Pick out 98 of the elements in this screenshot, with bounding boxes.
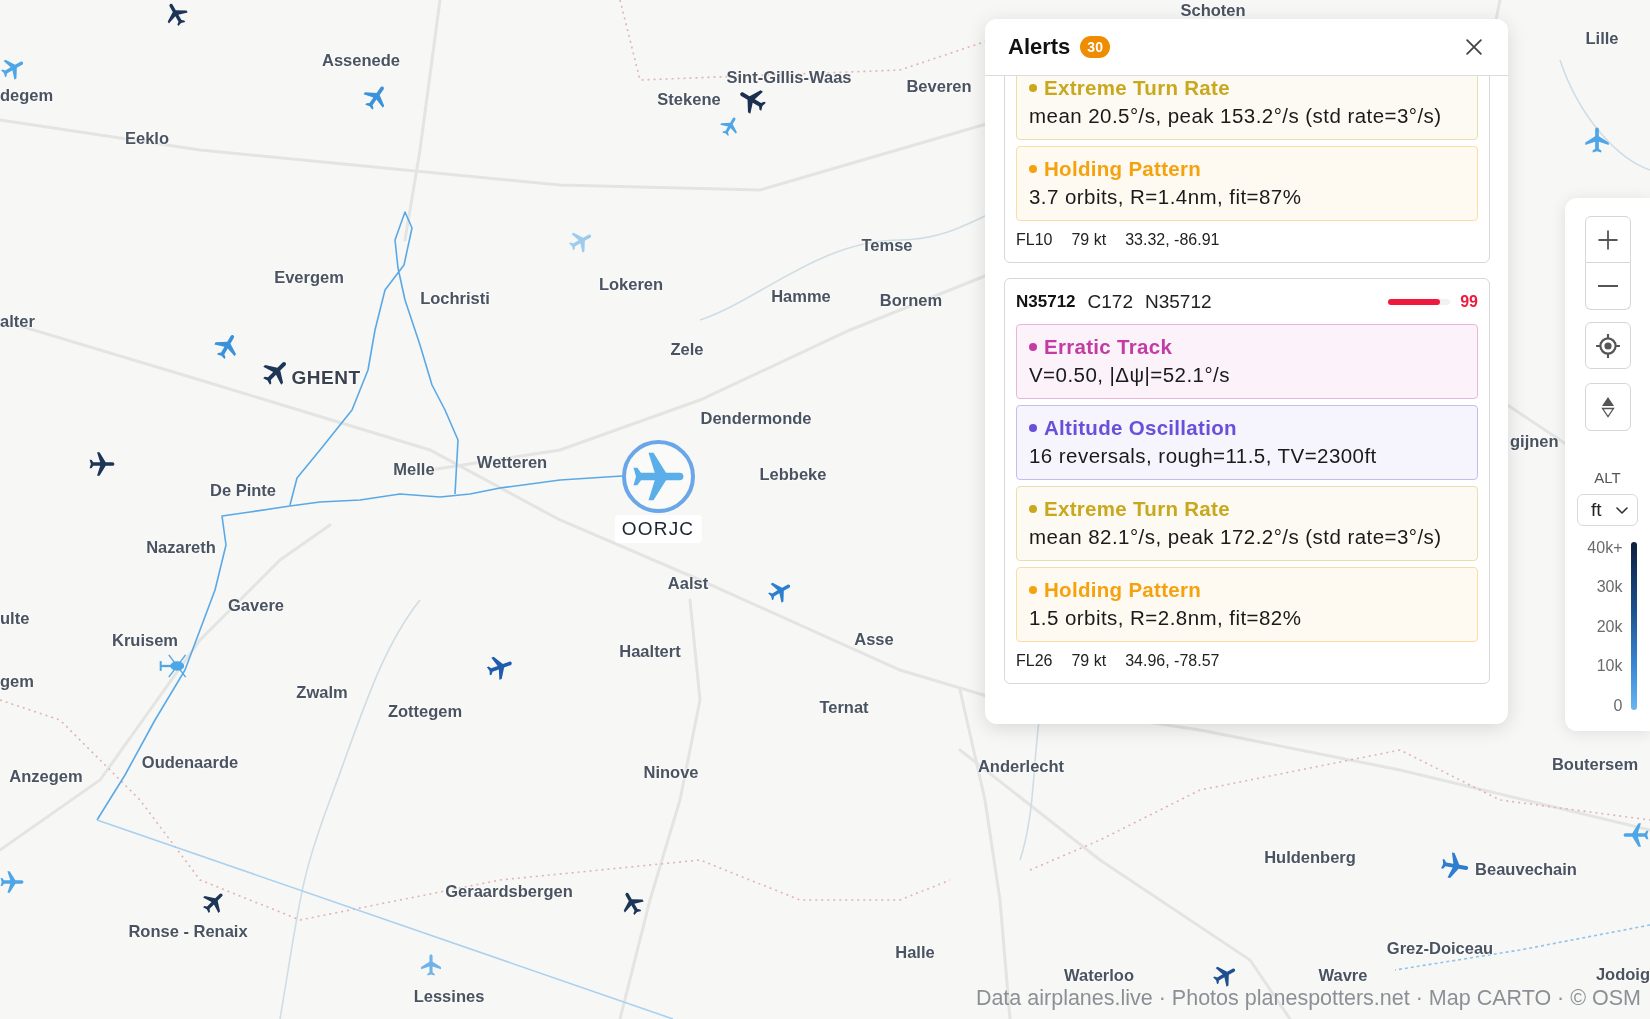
compass-button[interactable] <box>1584 383 1631 431</box>
alert-detail: 3.7 orbits, R=1.4nm, fit=87% <box>1029 184 1303 210</box>
aircraft-type-text: C172 <box>1087 291 1133 313</box>
alert-title: Extreme Turn Rate <box>1044 496 1230 521</box>
alert-title: Extreme Turn Rate <box>1044 76 1230 100</box>
place-label: Ternat <box>819 698 869 716</box>
compass-icon <box>1600 396 1615 418</box>
airplane-icon[interactable] <box>89 451 115 477</box>
alert-title: Altitude Oscillation <box>1044 415 1237 440</box>
place-label: Jodoig <box>1595 965 1650 983</box>
altitude-tick-label: 30k <box>1595 578 1623 597</box>
place-label: Kruisem <box>112 631 178 649</box>
alert-title: Holding Pattern <box>1044 156 1202 181</box>
place-label: alter <box>0 312 35 330</box>
altitude-tick-label: 10k <box>1595 657 1623 676</box>
place-label: Bornem <box>879 291 943 309</box>
place-label: Asse <box>854 630 894 648</box>
place-label: Evergem <box>274 268 344 286</box>
place-label: Boutersem <box>1551 755 1639 773</box>
place-label: Lille <box>1585 29 1619 47</box>
flight-level-text: FL10 <box>1016 231 1053 249</box>
alert-detail: 16 reversals, rough=11.5, TV=2300ft <box>1029 443 1378 469</box>
place-label: Zele <box>670 340 704 358</box>
count-badge: 30 <box>1080 36 1110 58</box>
place-label: Anderlecht <box>977 757 1065 775</box>
alert-detail: 1.5 orbits, R=2.8nm, fit=82% <box>1029 605 1303 631</box>
place-label: Schoten <box>1180 1 1246 19</box>
alert-detail: mean 82.1°/s, peak 172.2°/s (std rate=3°/s) <box>1029 524 1443 550</box>
selected-airplane-icon[interactable] <box>622 440 695 513</box>
place-label: gem <box>0 672 34 690</box>
panel-title: Alerts <box>1008 34 1071 60</box>
position-text: 33.32, -86.91 <box>1125 231 1220 249</box>
place-label: Wavre <box>1318 966 1368 984</box>
place-label: Beauvechain <box>1475 860 1577 878</box>
place-label: De Pinte <box>210 481 276 499</box>
place-label: Waterloo <box>1064 966 1134 984</box>
alert-title: Erratic Track <box>1044 334 1173 359</box>
place-label: Lokeren <box>598 275 664 293</box>
place-label: Zwalm <box>296 683 348 701</box>
place-label: Beveren <box>906 77 972 95</box>
airplane-icon[interactable] <box>487 654 513 680</box>
registration-text: N35712 <box>1016 292 1076 312</box>
attribution-text: Data airplanes.live · Photos planespotters.net · Map CARTO · © OSM <box>975 986 1641 1010</box>
altitude-title: ALT <box>1594 469 1621 487</box>
place-label: Stekene <box>657 90 721 108</box>
alert-card[interactable]: Extreme Turn Rate mean 20.5°/s, peak 153.2°/s (std rate=3°/s) Holding Pattern 3.7 orbits, R=1.4nm, fit=87% FL10 79 kt 33.32, -86.91 <box>1004 76 1490 263</box>
place-label: Nazareth <box>146 538 216 556</box>
altitude-tick-label: 0 <box>1612 696 1623 715</box>
place-label: Wetteren <box>476 453 548 471</box>
place-label: Lochristi <box>420 289 490 307</box>
close-icon <box>1466 39 1482 55</box>
locate-icon <box>1594 332 1621 359</box>
place-label: Melle <box>393 460 435 478</box>
alert-detail: V=0.50, |Δψ|=52.1°/s <box>1029 362 1231 388</box>
speed-text: 79 kt <box>1071 231 1107 249</box>
minus-icon <box>1597 285 1618 287</box>
place-label: Lebbeke <box>759 465 827 483</box>
locate-button[interactable] <box>1584 322 1631 369</box>
place-label: Grez-Doiceau <box>1386 939 1494 957</box>
place-label: gijnen <box>1510 432 1559 450</box>
alert-card[interactable] <box>1004 278 1490 684</box>
zoom-in-button[interactable] <box>1584 216 1631 263</box>
place-label: Ninove <box>643 763 699 781</box>
place-label: GHENT <box>291 367 361 387</box>
speed-text: 79 kt <box>1071 652 1107 670</box>
altitude-tick-label: 40k+ <box>1586 538 1623 557</box>
place-label: Halle <box>895 943 935 961</box>
place-label: Dendermonde <box>700 409 812 427</box>
close-button[interactable] <box>1466 39 1482 55</box>
plus-icon <box>1597 229 1618 250</box>
place-label: Oudenaarde <box>141 753 239 771</box>
place-label: Aalst <box>667 574 709 592</box>
score-value: 99 <box>1460 293 1478 311</box>
place-label: Haaltert <box>619 642 681 660</box>
place-label: degem <box>0 86 54 104</box>
flight-level-text: FL26 <box>1016 652 1053 670</box>
place-label: Lessines <box>413 987 485 1005</box>
place-label: Gavere <box>228 596 284 614</box>
alert-detail: mean 20.5°/s, peak 153.2°/s (std rate=3°/s) <box>1029 103 1443 129</box>
position-text: 34.96, -78.57 <box>1125 652 1220 670</box>
place-label: Anzegem <box>9 767 83 785</box>
place-label: Sint-Gillis-Waas <box>726 68 852 86</box>
place-label: Temse <box>861 236 913 254</box>
unit-select[interactable]: ft <box>1577 494 1638 526</box>
place-label: Huldenberg <box>1264 848 1356 866</box>
place-label: Zottegem <box>387 702 463 720</box>
callsign-text: N35712 <box>1145 291 1212 313</box>
place-label: Hamme <box>771 287 831 305</box>
place-label: ulte <box>0 609 30 627</box>
helicopter-icon[interactable] <box>159 652 187 680</box>
place-label: Eeklo <box>125 129 169 147</box>
place-label: Geraardsbergen <box>445 882 573 900</box>
callsign-label: OORJC <box>614 515 702 543</box>
place-label: Ronse - Renaix <box>128 922 248 940</box>
place-label: Assenede <box>322 51 400 69</box>
alert-title: Holding Pattern <box>1044 577 1202 602</box>
altitude-tick-label: 20k <box>1595 617 1623 636</box>
chevron-down-icon <box>1616 506 1628 514</box>
